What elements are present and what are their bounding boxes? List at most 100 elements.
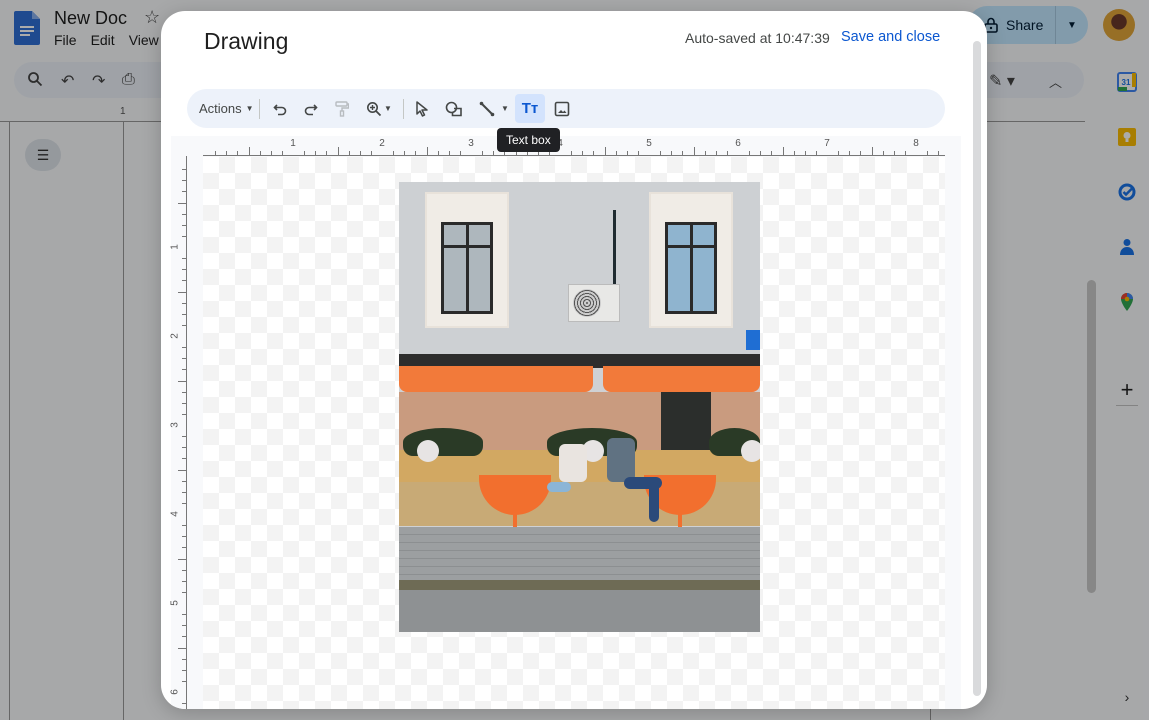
ruler-tick [215, 151, 217, 155]
undo-icon [273, 103, 287, 115]
ruler-tick [182, 235, 186, 237]
ruler-tick [938, 151, 940, 155]
ruler-tick [871, 147, 873, 155]
ruler-tick [178, 380, 186, 382]
image-icon [554, 101, 570, 116]
actions-label: Actions [199, 101, 242, 116]
select-tool-button[interactable] [411, 89, 433, 128]
ruler-tick [178, 202, 186, 204]
ruler-tick [182, 258, 186, 260]
ruler-tick [804, 151, 806, 155]
ruler-tick [182, 614, 186, 616]
ruler-tick [370, 151, 372, 155]
ruler-label: 7 [824, 138, 830, 149]
ruler-tick [182, 703, 186, 705]
ruler-label: 8 [913, 138, 919, 149]
ruler-tick [182, 391, 186, 393]
dialog-scrollbar[interactable] [973, 41, 981, 696]
ruler-tick [637, 151, 639, 155]
ruler-tick [182, 447, 186, 449]
shape-tool-button[interactable] [442, 89, 466, 128]
transparent-canvas[interactable] [203, 157, 945, 709]
image-window [649, 192, 733, 328]
ruler-tick [182, 324, 186, 326]
ruler-tick [893, 151, 895, 155]
street-cafe-image[interactable] [399, 182, 760, 632]
ruler-tick [182, 347, 186, 349]
ruler-tick [626, 151, 628, 155]
ruler-tick [715, 151, 717, 155]
ruler-tick [182, 547, 186, 549]
ruler-tick [337, 147, 339, 155]
ruler-label: 5 [169, 600, 181, 606]
ruler-tick [771, 151, 773, 155]
paint-format-button[interactable] [331, 89, 353, 128]
image-table-leg [678, 512, 682, 528]
ruler-tick [815, 151, 817, 155]
save-and-close-button[interactable]: Save and close [841, 29, 940, 45]
zoom-menu-button[interactable]: ▼ [361, 89, 397, 128]
undo-button[interactable] [269, 89, 291, 128]
text-box-icon: Tт [521, 100, 539, 117]
ruler-tick [182, 213, 186, 215]
ruler-label: 6 [169, 689, 181, 695]
ruler-tick [882, 151, 884, 155]
drawing-canvas-area[interactable]: 1 2 3 4 5 6 7 8 1 2 3 4 5 6 [169, 136, 961, 709]
ruler-tick [749, 151, 751, 155]
ruler-tick [178, 558, 186, 560]
ruler-tick [459, 151, 461, 155]
ruler-tick [838, 151, 840, 155]
ruler-tick [259, 151, 261, 155]
line-icon [479, 101, 495, 116]
image-lamp [417, 440, 439, 462]
ruler-tick [182, 591, 186, 593]
toolbar-separator [259, 99, 260, 119]
ruler-tick [671, 151, 673, 155]
ruler-tick [437, 151, 439, 155]
image-window [425, 192, 509, 328]
image-table-leg [513, 512, 517, 528]
ruler-label: 2 [169, 333, 181, 339]
image-plant [403, 428, 483, 456]
image-cafe-window [661, 392, 711, 452]
ruler-tick [178, 647, 186, 649]
text-box-tooltip: Text box [497, 128, 560, 152]
image-curb [399, 580, 760, 590]
redo-button[interactable] [300, 89, 322, 128]
text-box-button[interactable]: Tт [515, 94, 545, 123]
ruler-tick [182, 525, 186, 527]
ruler-tick [693, 147, 695, 155]
ruler-tick [582, 151, 584, 155]
drawing-vertical-ruler[interactable]: 1 2 3 4 5 6 [169, 156, 187, 709]
zoom-in-icon [367, 101, 382, 116]
ruler-label: 5 [646, 138, 652, 149]
insert-image-button[interactable] [551, 89, 573, 128]
ruler-tick [182, 491, 186, 493]
ruler-tick [571, 151, 573, 155]
ruler-tick [178, 469, 186, 471]
image-road [399, 590, 760, 632]
ruler-tick [182, 369, 186, 371]
ruler-label: 4 [169, 511, 181, 517]
autosave-status: Auto-saved at 10:47:39 [685, 30, 830, 46]
ruler-tick [182, 302, 186, 304]
caret-down-icon: ▼ [501, 104, 509, 113]
caret-down-icon: ▼ [384, 104, 392, 113]
ruler-tick [182, 413, 186, 415]
ruler-tick [182, 636, 186, 638]
ruler-label: 1 [169, 244, 181, 250]
ruler-tick [760, 151, 762, 155]
ruler-tick [415, 151, 417, 155]
ruler-tick [182, 224, 186, 226]
ruler-tick [426, 147, 428, 155]
image-sidewalk [399, 527, 760, 582]
actions-menu-button[interactable]: Actions ▼ [199, 89, 254, 128]
line-tool-button[interactable]: ▼ [475, 89, 513, 128]
ruler-tick [448, 151, 450, 155]
drawing-horizontal-ruler[interactable]: 12345678 [203, 136, 945, 156]
ruler-tick [182, 280, 186, 282]
ruler-tick [904, 151, 906, 155]
ruler-tick [182, 680, 186, 682]
ruler-tick [182, 169, 186, 171]
ruler-label: 3 [468, 138, 474, 149]
